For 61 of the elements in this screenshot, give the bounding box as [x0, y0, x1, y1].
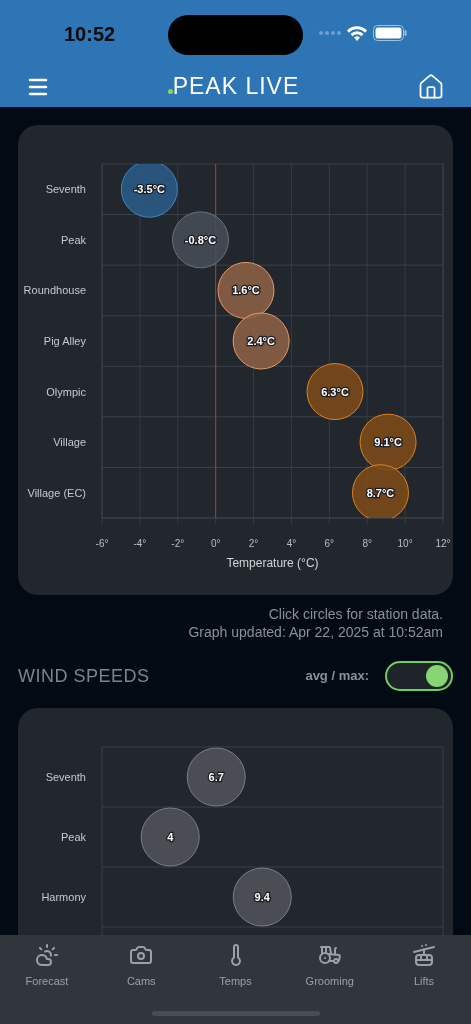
temperature-value: -0.8°C — [184, 233, 217, 246]
wind-bubble[interactable] — [186, 747, 246, 807]
temperature-bubble[interactable] — [359, 413, 417, 471]
wind-bubble[interactable] — [232, 867, 292, 927]
tab-item[interactable]: Lifts — [391, 943, 457, 990]
home-button[interactable] — [417, 72, 445, 101]
tab-item[interactable]: Grooming — [296, 943, 363, 990]
temperature-value: -3.5°C — [133, 183, 165, 196]
temperature-bubble[interactable] — [352, 464, 409, 518]
wind-value: 6.7 — [208, 771, 224, 783]
camera-icon — [129, 943, 154, 967]
axis-title: Temperature (°C) — [226, 556, 319, 570]
axis-tick-label: 0° — [210, 538, 221, 549]
temperature-value: 2.4°C — [247, 335, 275, 347]
temperature-bubble[interactable] — [172, 211, 229, 269]
station-label: Roundhouse — [23, 284, 86, 297]
temperature-bubble[interactable] — [306, 363, 364, 421]
section-title: WIND SPEEDS — [18, 664, 150, 688]
battery-icon — [373, 25, 407, 41]
station-label: Olympic — [46, 385, 86, 398]
wind-value: 4 — [167, 831, 174, 843]
axis-tick-label: 4° — [286, 538, 297, 549]
temperature-bubble[interactable] — [217, 261, 275, 319]
temperature-value: 9.1°C — [374, 436, 402, 449]
station-label: Village — [53, 436, 86, 449]
sun-cloud-icon — [35, 943, 59, 967]
station-label: Peak — [60, 831, 86, 843]
tab-item[interactable]: Forecast — [14, 943, 80, 990]
station-label: Village (EC) — [27, 486, 86, 499]
snowcat-icon — [317, 943, 342, 967]
axis-tick-label: -4° — [133, 538, 147, 549]
axis-tick-label: -6° — [95, 538, 109, 549]
tab-item[interactable]: Cams — [108, 943, 175, 990]
chart-note: Click circles for station data. — [268, 605, 443, 623]
temperature-bubble[interactable] — [120, 164, 178, 218]
app-title: PEAK LIVE — [172, 75, 300, 98]
wind-bubble[interactable] — [140, 807, 200, 867]
station-label: Seventh — [45, 183, 86, 196]
station-label: Peak — [60, 233, 86, 246]
station-label: Harmony — [41, 891, 86, 903]
avg-max-switch[interactable] — [385, 661, 453, 691]
status-time: 10:52 — [64, 22, 116, 47]
axis-tick-label: -2° — [171, 538, 185, 549]
axis-tick-label: 8° — [362, 538, 372, 549]
toggle-label: avg / max: — [305, 667, 369, 686]
temperature-bubble[interactable] — [232, 312, 290, 370]
wind-value: 9.4 — [254, 891, 270, 903]
axis-tick-label: 6° — [324, 538, 335, 549]
temperature-value: 8.7°C — [366, 486, 395, 499]
axis-tick-label: 10° — [397, 538, 413, 549]
wifi-icon — [347, 25, 367, 41]
station-label: Pig Alley — [43, 335, 86, 347]
station-label: Seventh — [45, 771, 86, 783]
temperature-value: 1.6°C — [232, 284, 260, 297]
temperature-value: 6.3°C — [321, 385, 349, 398]
tab-item[interactable]: Temps — [202, 943, 269, 990]
axis-tick-label: 12° — [435, 538, 451, 549]
axis-tick-label: 2° — [248, 538, 259, 549]
update-time: Graph updated: Apr 22, 2025 at 10:52am — [188, 623, 443, 641]
signal-dots-icon — [319, 31, 341, 35]
gondola-icon — [412, 943, 436, 967]
